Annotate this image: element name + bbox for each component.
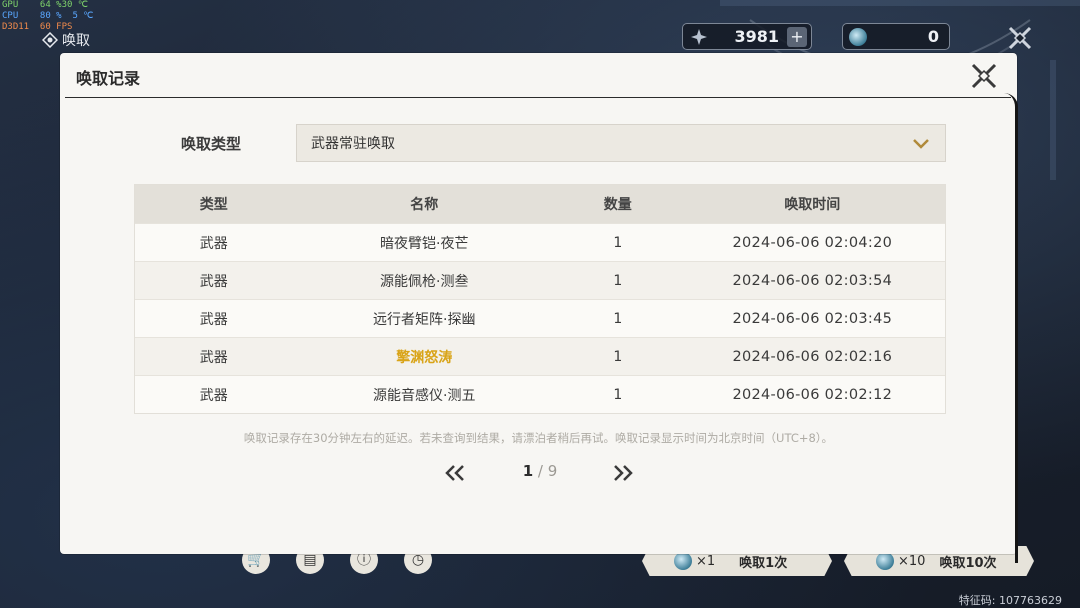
cell-name-highlighted: 擎渊怒涛 [396,349,453,366]
column-header-name: 名称 [410,197,439,213]
column-header-quantity: 数量 [603,197,632,213]
cell-time: 2024-06-06 02:03:45 [732,310,893,327]
next-page-button[interactable] [612,463,634,483]
add-currency-button[interactable]: + [787,27,807,47]
currency-astrite: 3981 + [682,23,812,50]
close-page-button[interactable] [1006,24,1034,52]
cpu-stats: CPU 80 % 5 ℃ [2,11,94,21]
pull-ten-label: 唤取10次 [939,555,997,571]
currency-tide: 0 [842,23,950,50]
table-header: 类型 名称 数量 唤取时间 [135,185,945,223]
cell-type: 武器 [199,311,228,328]
cell-name: 源能音感仪·测五 [373,387,476,404]
document-icon: ▤ [303,552,317,568]
current-page: 1 [522,462,534,480]
table-row: 武器 源能音感仪·测五 1 2024-06-06 02:02:12 [135,375,945,413]
table-row: 武器 擎渊怒涛 1 2024-06-06 02:02:16 [135,337,945,375]
total-pages: 9 [547,462,558,480]
dialog-close-button[interactable] [969,61,999,91]
close-icon [1008,26,1032,50]
tide-coin-icon [674,552,692,570]
gpu-stats: GPU 64 %30 ℃ [2,0,88,10]
cell-time: 2024-06-06 02:03:54 [732,272,893,289]
table-row: 武器 暗夜臂铠·夜芒 1 2024-06-06 02:04:20 [135,223,945,261]
astrite-value: 3981 [734,27,779,46]
tide-value: 0 [927,27,939,46]
cell-type: 武器 [199,273,228,290]
cart-icon: 🛒 [247,552,265,568]
convene-history-dialog: 唤取记录 唤取类型 武器常驻唤取 类型 名称 数量 唤取时间 武器 暗夜臂铠·夜… [60,53,1018,563]
cell-time: 2024-06-06 02:02:12 [732,386,893,403]
title-divider [65,97,1011,98]
cell-time: 2024-06-06 02:02:16 [732,348,893,365]
page-indicator: 1 / 9 [510,462,570,480]
chevron-down-icon [913,139,929,149]
delay-notice: 唤取记录存在30分钟左右的延迟。若未查询到结果，请漂泊者稍后再试。唤取记录显示时… [243,431,834,445]
cell-quantity: 1 [613,234,623,251]
cell-name: 远行者矩阵·探幽 [373,311,476,328]
clock-icon: ◷ [411,552,425,568]
cell-quantity: 1 [613,272,623,289]
feature-code: 特征码: 107763629 [958,594,1062,607]
column-header-time: 唤取时间 [784,197,841,213]
prev-page-button[interactable] [444,463,466,483]
cell-quantity: 1 [613,310,623,327]
page-separator: / [537,462,543,480]
tide-coin-icon [876,552,894,570]
cell-name: 源能佩枪·测叁 [380,273,469,290]
page-header: 唤取 [42,30,90,50]
pull-once-label: 唤取1次 [739,555,788,571]
convene-type-value: 武器常驻唤取 [311,136,395,152]
pull-once-count: ×1 [696,553,716,569]
convene-type-label: 唤取类型 [181,135,242,153]
cell-quantity: 1 [613,386,623,403]
tide-coin-icon [849,27,867,46]
table-row: 武器 远行者矩阵·探幽 1 2024-06-06 02:03:45 [135,299,945,337]
cell-type: 武器 [199,349,228,366]
pull-ten-count: ×10 [898,553,926,569]
cell-quantity: 1 [613,348,623,365]
column-header-type: 类型 [199,197,228,213]
info-icon: ⓘ [357,552,371,568]
cell-type: 武器 [199,387,228,404]
cell-type: 武器 [199,235,228,252]
convene-icon [42,32,58,48]
history-table: 类型 名称 数量 唤取时间 武器 暗夜臂铠·夜芒 1 2024-06-06 02… [134,184,946,414]
cell-time: 2024-06-06 02:04:20 [732,234,893,251]
cell-name: 暗夜臂铠·夜芒 [380,235,469,252]
close-icon [971,63,997,89]
pagination: 1 / 9 [60,461,1017,485]
dialog-title: 唤取记录 [76,69,141,88]
convene-type-select[interactable]: 武器常驻唤取 [296,124,946,162]
astrite-icon [691,28,707,45]
page-title: 唤取 [62,33,90,49]
table-row: 武器 源能佩枪·测叁 1 2024-06-06 02:03:54 [135,261,945,299]
